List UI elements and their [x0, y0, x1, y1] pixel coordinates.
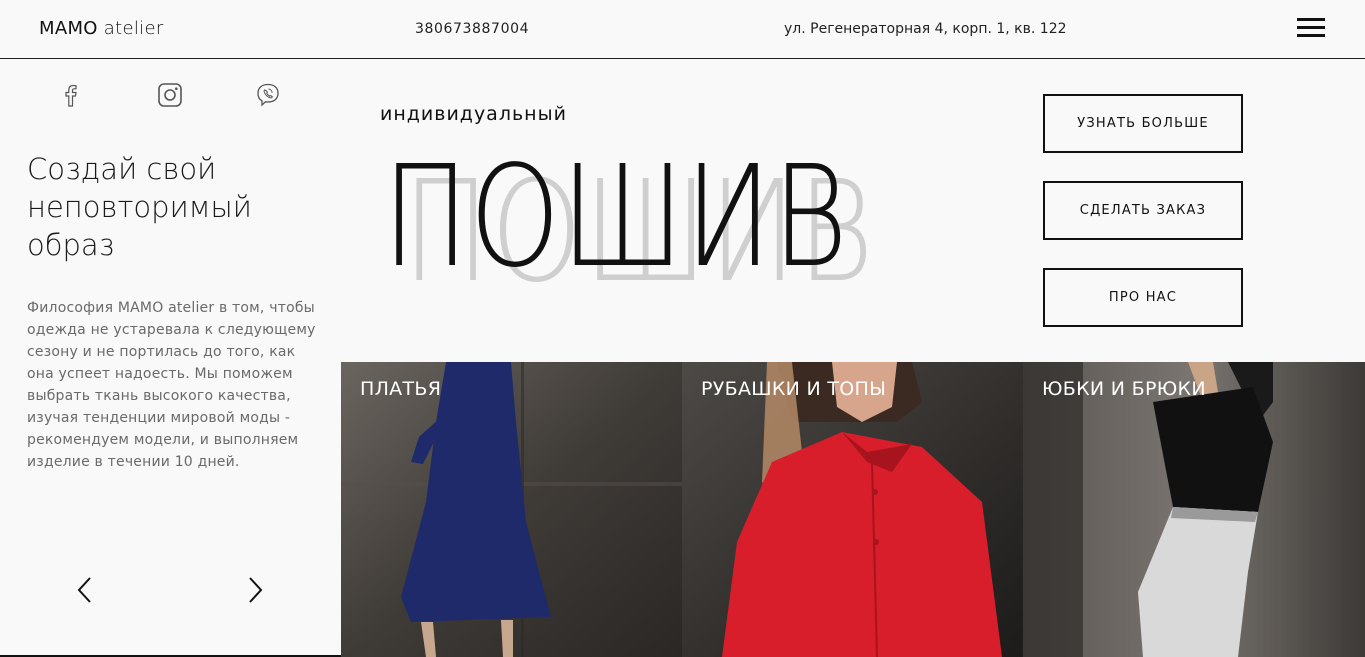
- hero-title-text: ПОШИВ: [382, 140, 848, 299]
- logo[interactable]: MAMO atelier: [39, 18, 164, 39]
- logo-main: MAMO: [39, 18, 98, 39]
- hero-title: ПОШИВ ПОШИВ: [382, 140, 874, 300]
- category-tile-shirts[interactable]: РУБАШКИ И ТОПЫ: [682, 362, 1023, 657]
- shirt-photo: [682, 362, 1023, 657]
- intro-headline: Создай свой неповторимый образ: [27, 152, 252, 262]
- chevron-left-icon[interactable]: [73, 574, 97, 606]
- category-tile-skirts[interactable]: ЮБКИ И БРЮКИ: [1023, 362, 1365, 657]
- chevron-right-icon[interactable]: [243, 574, 267, 606]
- intro-philosophy: Философия MAMO atelier в том, чтобы одеж…: [27, 300, 316, 470]
- phone-number[interactable]: 380673887004: [415, 21, 529, 37]
- category-label-dresses: ПЛАТЬЯ: [360, 378, 442, 400]
- hero-subtitle: индивидуальный: [380, 103, 567, 125]
- hamburger-menu-icon[interactable]: [1297, 18, 1325, 38]
- viber-icon[interactable]: [255, 82, 281, 108]
- facebook-icon[interactable]: [58, 82, 84, 108]
- about-us-button[interactable]: ПРО НАС: [1043, 268, 1243, 327]
- instagram-icon[interactable]: [157, 82, 183, 108]
- dress-photo: [341, 362, 682, 657]
- category-label-shirts: РУБАШКИ И ТОПЫ: [701, 378, 887, 400]
- category-label-skirts: ЮБКИ И БРЮКИ: [1042, 378, 1206, 400]
- make-order-button[interactable]: СДЕЛАТЬ ЗАКАЗ: [1043, 181, 1243, 240]
- learn-more-button[interactable]: УЗНАТЬ БОЛЬШЕ: [1043, 94, 1243, 153]
- category-tile-dresses[interactable]: ПЛАТЬЯ: [341, 362, 682, 657]
- site-header: MAMO atelier 380673887004 ул. Регенерато…: [0, 0, 1365, 59]
- logo-sub: atelier: [103, 18, 164, 39]
- skirt-photo: [1023, 362, 1365, 657]
- page: MAMO atelier 380673887004 ул. Регенерато…: [0, 0, 1365, 657]
- address: ул. Регенераторная 4, корп. 1, кв. 122: [784, 21, 1067, 37]
